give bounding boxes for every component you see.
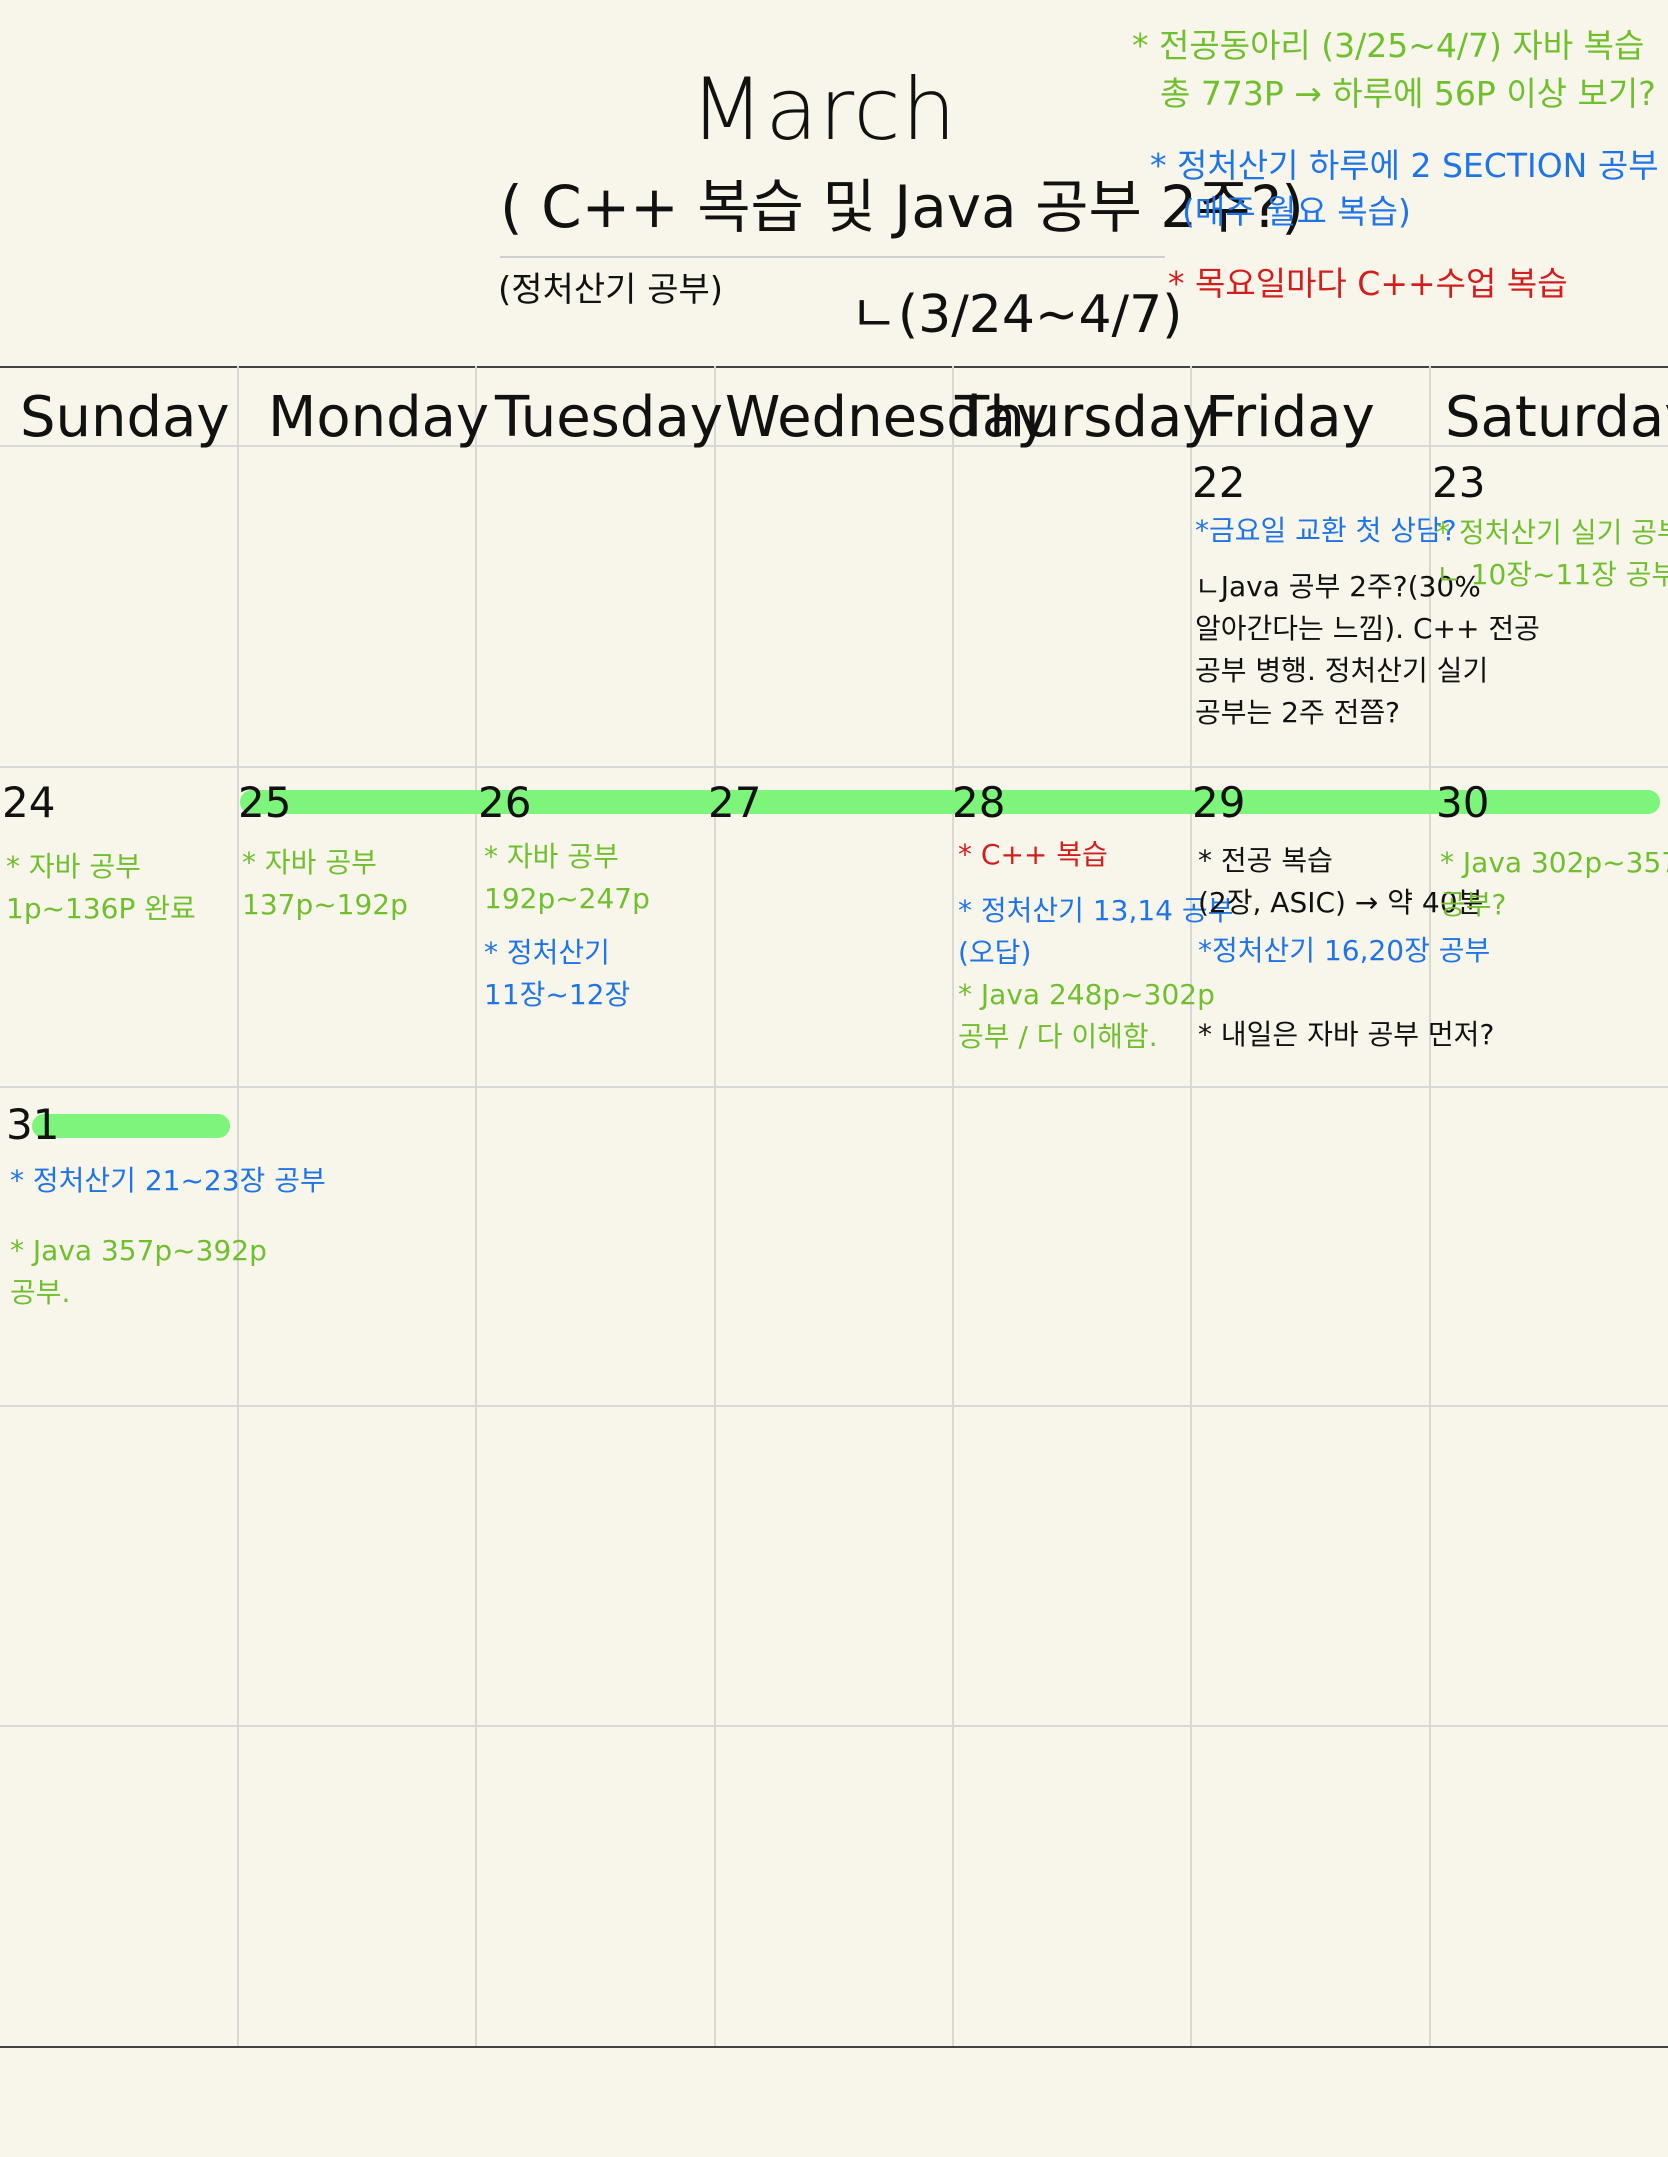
day-number-25: 25 [238, 778, 292, 827]
column-divider-4 [952, 366, 954, 2046]
day-number-31: 31 [6, 1100, 60, 1149]
calendar-top-border [0, 366, 1668, 368]
week-divider-2 [0, 1086, 1668, 1088]
column-divider-5 [1190, 366, 1192, 2046]
cell-26-note-1: * 자바 공부 192p~247p [484, 840, 650, 915]
cell-23-note-1: * 정처산기 실기 공부 ㄴ 10장~11장 공부 [1436, 516, 1668, 591]
day-name-thursday: Thursday [955, 385, 1216, 450]
day-number-26: 26 [478, 778, 532, 827]
cell-25-note-1: * 자바 공부 137p~192p [242, 846, 408, 921]
page-title: March [690, 60, 958, 160]
day-name-monday: Monday [268, 385, 490, 450]
column-divider-2 [475, 366, 477, 2046]
day-number-29: 29 [1192, 778, 1246, 827]
cell-28-note-3: * Java 248p~302p 공부 / 다 이해함. [958, 978, 1215, 1053]
day-number-30: 30 [1436, 778, 1490, 827]
day-name-saturday: Saturday [1445, 385, 1668, 450]
week-divider-3 [0, 1405, 1668, 1407]
column-divider-1 [237, 366, 239, 2046]
day-number-22: 22 [1192, 458, 1246, 507]
note-club-pages: 총 773P → 하루에 56P 이상 보기? [1160, 74, 1656, 113]
day-number-24: 24 [2, 778, 56, 827]
cell-28-note-1: * C++ 복습 [958, 838, 1108, 871]
week-divider-4 [0, 1725, 1668, 1727]
cell-30-note-1: * Java 302p~357p 공부? [1440, 846, 1668, 921]
day-name-sunday: Sunday [20, 385, 230, 450]
date-range: ㄴ(3/24~4/7) [850, 285, 1183, 345]
note-cpp-review: * 목요일마다 C++수업 복습 [1168, 264, 1568, 303]
cell-26-note-2: * 정처산기 11장~12장 [484, 936, 631, 1011]
day-number-27: 27 [708, 778, 762, 827]
day-number-23: 23 [1432, 458, 1486, 507]
cell-24-note-1: * 자바 공부 1p~136P 완료 [6, 850, 196, 925]
day-name-tuesday: Tuesday [495, 385, 723, 450]
subtitle-underline [500, 256, 1165, 258]
cell-31-note-1: * 정처산기 21~23장 공부 [10, 1164, 326, 1197]
cell-22-note-1: *금요일 교환 첫 상담? [1195, 514, 1457, 547]
week-divider-1 [0, 766, 1668, 768]
cell-29-note-2: *정처산기 16,20장 공부 [1198, 934, 1491, 967]
cell-31-note-2: * Java 357p~392p 공부. [10, 1234, 267, 1309]
cell-28-note-2: * 정처산기 13,14 공부 (오답) [958, 894, 1234, 969]
column-divider-3 [714, 366, 716, 2046]
calendar-bottom-border [0, 2046, 1668, 2048]
highlight-bar-31 [32, 1114, 230, 1138]
cell-29-note-3: * 내일은 자바 공부 먼저? [1198, 1018, 1495, 1051]
day-name-friday: Friday [1205, 385, 1375, 450]
note-club-java: * 전공동아리 (3/25~4/7) 자바 복습 [1132, 26, 1645, 65]
day-number-28: 28 [952, 778, 1006, 827]
note-weekly-review: (매주 월요 복습) [1182, 192, 1411, 231]
page-subnote: (정처산기 공부) [498, 270, 724, 310]
note-certificate: * 정처산기 하루에 2 SECTION 공부 [1150, 146, 1659, 185]
